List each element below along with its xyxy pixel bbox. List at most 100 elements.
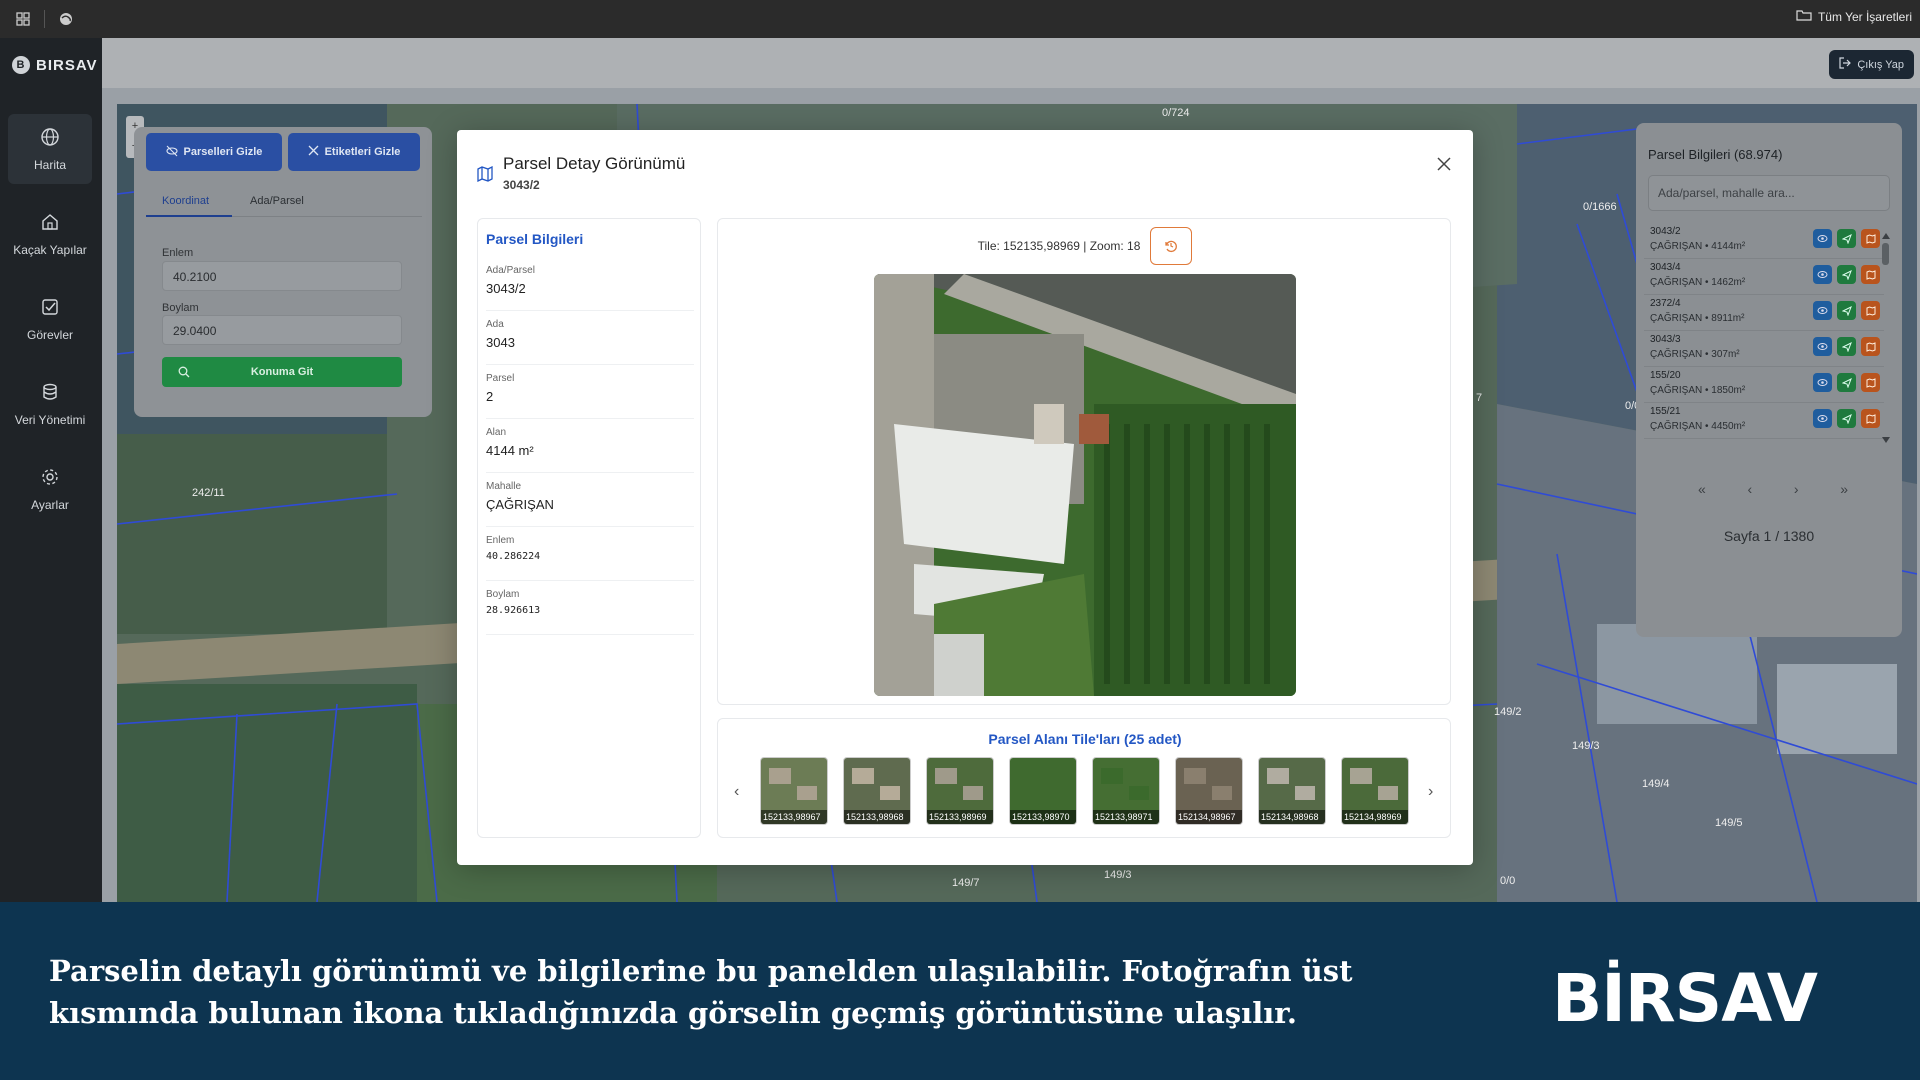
last-page-button[interactable]: » [1840, 481, 1848, 497]
parcel-detail: ÇAĞRIŞAN • 8911m² [1650, 313, 1745, 324]
tile-label: 152133,98968 [844, 810, 910, 824]
map-icon[interactable] [1861, 337, 1880, 356]
sidebar-item-gorevler[interactable]: Görevler [8, 284, 92, 354]
logout-button[interactable]: Çıkış Yap [1829, 50, 1914, 79]
lon-input[interactable]: 29.0400 [162, 315, 402, 345]
chevron-right-icon[interactable]: › [1428, 783, 1433, 801]
svg-text:0/724: 0/724 [1162, 107, 1190, 119]
info-value: 40.286224 [486, 551, 541, 562]
next-page-button[interactable]: › [1794, 481, 1799, 497]
send-icon[interactable] [1837, 409, 1856, 428]
hide-labels-button[interactable]: Etiketleri Gizle [288, 133, 420, 171]
list-item[interactable]: 3043/2 ÇAĞRIŞAN • 4144m² [1644, 223, 1884, 259]
location-tabs: Koordinat Ada/Parsel [146, 183, 422, 217]
parcel-detail: ÇAĞRIŞAN • 307m² [1650, 349, 1740, 360]
list-item[interactable]: 155/21 ÇAĞRIŞAN • 4450m² [1644, 403, 1884, 439]
view-icon[interactable] [1813, 373, 1832, 392]
logout-icon [1839, 57, 1852, 72]
parcel-search-input[interactable]: Ada/parsel, mahalle ara... [1648, 175, 1890, 211]
tile-thumbnail[interactable]: 152133,98969 [926, 757, 994, 825]
svg-text:149/4: 149/4 [1642, 778, 1670, 790]
svg-text:149/3: 149/3 [1572, 740, 1600, 752]
panel-title: Parsel Bilgileri (68.974) [1648, 147, 1783, 162]
info-value: ÇAĞRIŞAN [486, 497, 554, 512]
sidebar-item-label: Ayarlar [31, 497, 69, 512]
lat-input[interactable]: 40.2100 [162, 261, 402, 291]
hide-parcels-button[interactable]: Parselleri Gizle [146, 133, 282, 171]
view-icon[interactable] [1813, 337, 1832, 356]
tile-viewer: Tile: 152135,98969 | Zoom: 18 [717, 218, 1451, 705]
tile-label: 152134,98968 [1259, 810, 1325, 824]
map-icon[interactable] [1861, 409, 1880, 428]
info-value: 4144 m² [486, 443, 534, 458]
bookmarks-link[interactable]: Tüm Yer İşaretleri [1796, 9, 1912, 24]
tile-thumbnail[interactable]: 152134,98968 [1258, 757, 1326, 825]
row-actions [1813, 229, 1880, 248]
pagination: « ‹ › » [1698, 481, 1848, 497]
brand-logo[interactable]: B BIRSAV [0, 38, 102, 92]
info-value: 28.926613 [486, 605, 541, 616]
bookmarks-label: Tüm Yer İşaretleri [1817, 9, 1912, 24]
info-row: Boylam 28.926613 [486, 581, 694, 635]
send-icon[interactable] [1837, 265, 1856, 284]
svg-text:149/7: 149/7 [952, 877, 980, 889]
parcel-detail: ÇAĞRIŞAN • 4450m² [1650, 421, 1746, 432]
view-icon[interactable] [1813, 409, 1832, 428]
sidebar-item-harita[interactable]: Harita [8, 114, 92, 184]
view-icon[interactable] [1813, 265, 1832, 284]
sidebar-item-label: Veri Yönetimi [14, 412, 86, 427]
info-label: Mahalle [486, 481, 522, 492]
list-item[interactable]: 155/20 ÇAĞRIŞAN • 1850m² [1644, 367, 1884, 403]
tile-thumbnail[interactable]: 152134,98967 [1175, 757, 1243, 825]
parcel-tiles-strip: Parsel Alanı Tile'ları (25 adet) ‹ 15213… [717, 718, 1451, 838]
tile-thumbnail[interactable]: 152133,98967 [760, 757, 828, 825]
info-row: Ada 3043 [486, 311, 694, 365]
parcel-satellite-image [874, 274, 1296, 696]
map-icon[interactable] [1861, 265, 1880, 284]
list-item[interactable]: 3043/4 ÇAĞRIŞAN • 1462m² [1644, 259, 1884, 295]
tile-thumbnail[interactable]: 152133,98971 [1092, 757, 1160, 825]
eye-off-icon [165, 145, 178, 160]
chevron-left-icon[interactable]: ‹ [734, 783, 739, 801]
active-tab-indicator [146, 215, 232, 217]
tile-thumbnail[interactable]: 152134,98969 [1341, 757, 1409, 825]
list-item[interactable]: 3043/3 ÇAĞRIŞAN • 307m² [1644, 331, 1884, 367]
go-to-location-button[interactable]: Konuma Git [162, 357, 402, 387]
info-label: Ada/Parsel [486, 265, 535, 276]
first-page-button[interactable]: « [1698, 481, 1706, 497]
tile-thumbnail[interactable]: 152133,98970 [1009, 757, 1077, 825]
apps-grid-icon[interactable] [12, 8, 34, 30]
view-icon[interactable] [1813, 301, 1832, 320]
map-icon[interactable] [1861, 301, 1880, 320]
tab-koordinat[interactable]: Koordinat [162, 195, 209, 207]
send-icon[interactable] [1837, 301, 1856, 320]
parcel-id: 155/21 [1650, 406, 1681, 417]
sidebar-item-ayarlar[interactable]: Ayarlar [8, 454, 92, 524]
history-button[interactable] [1150, 227, 1192, 265]
svg-text:242/11: 242/11 [192, 487, 225, 499]
send-icon[interactable] [1837, 229, 1856, 248]
send-icon[interactable] [1837, 373, 1856, 392]
view-icon[interactable] [1813, 229, 1832, 248]
send-icon[interactable] [1837, 337, 1856, 356]
parcel-id: 3043/3 [1650, 334, 1681, 345]
info-value: 2 [486, 389, 494, 404]
sidebar-item-kacak-yapilar[interactable]: Kaçak Yapılar [8, 199, 92, 269]
tab-ada-parsel[interactable]: Ada/Parsel [250, 195, 304, 207]
list-item[interactable]: 2372/4 ÇAĞRIŞAN • 8911m² [1644, 295, 1884, 331]
globe-icon[interactable] [55, 8, 77, 30]
sidebar: B BIRSAV Harita Kaçak Yapılar Görevler V… [0, 38, 102, 902]
info-row: Enlem 40.286224 [486, 527, 694, 581]
close-button[interactable] [1437, 154, 1451, 177]
sidebar-item-veri-yonetimi[interactable]: Veri Yönetimi [8, 369, 92, 439]
sidebar-nav: Harita Kaçak Yapılar Görevler Veri Yönet… [0, 114, 102, 524]
search-icon [178, 366, 190, 381]
tile-thumbnail[interactable]: 152133,98968 [843, 757, 911, 825]
tiles-title: Parsel Alanı Tile'ları (25 adet) [988, 731, 1182, 747]
parcel-list-panel: Parsel Bilgileri (68.974) Ada/parsel, ma… [1636, 123, 1902, 637]
list-scrollbar[interactable] [1882, 233, 1890, 443]
map-icon[interactable] [1861, 229, 1880, 248]
map-icon[interactable] [1861, 373, 1880, 392]
prev-page-button[interactable]: ‹ [1747, 481, 1752, 497]
svg-text:149/5: 149/5 [1715, 817, 1743, 829]
